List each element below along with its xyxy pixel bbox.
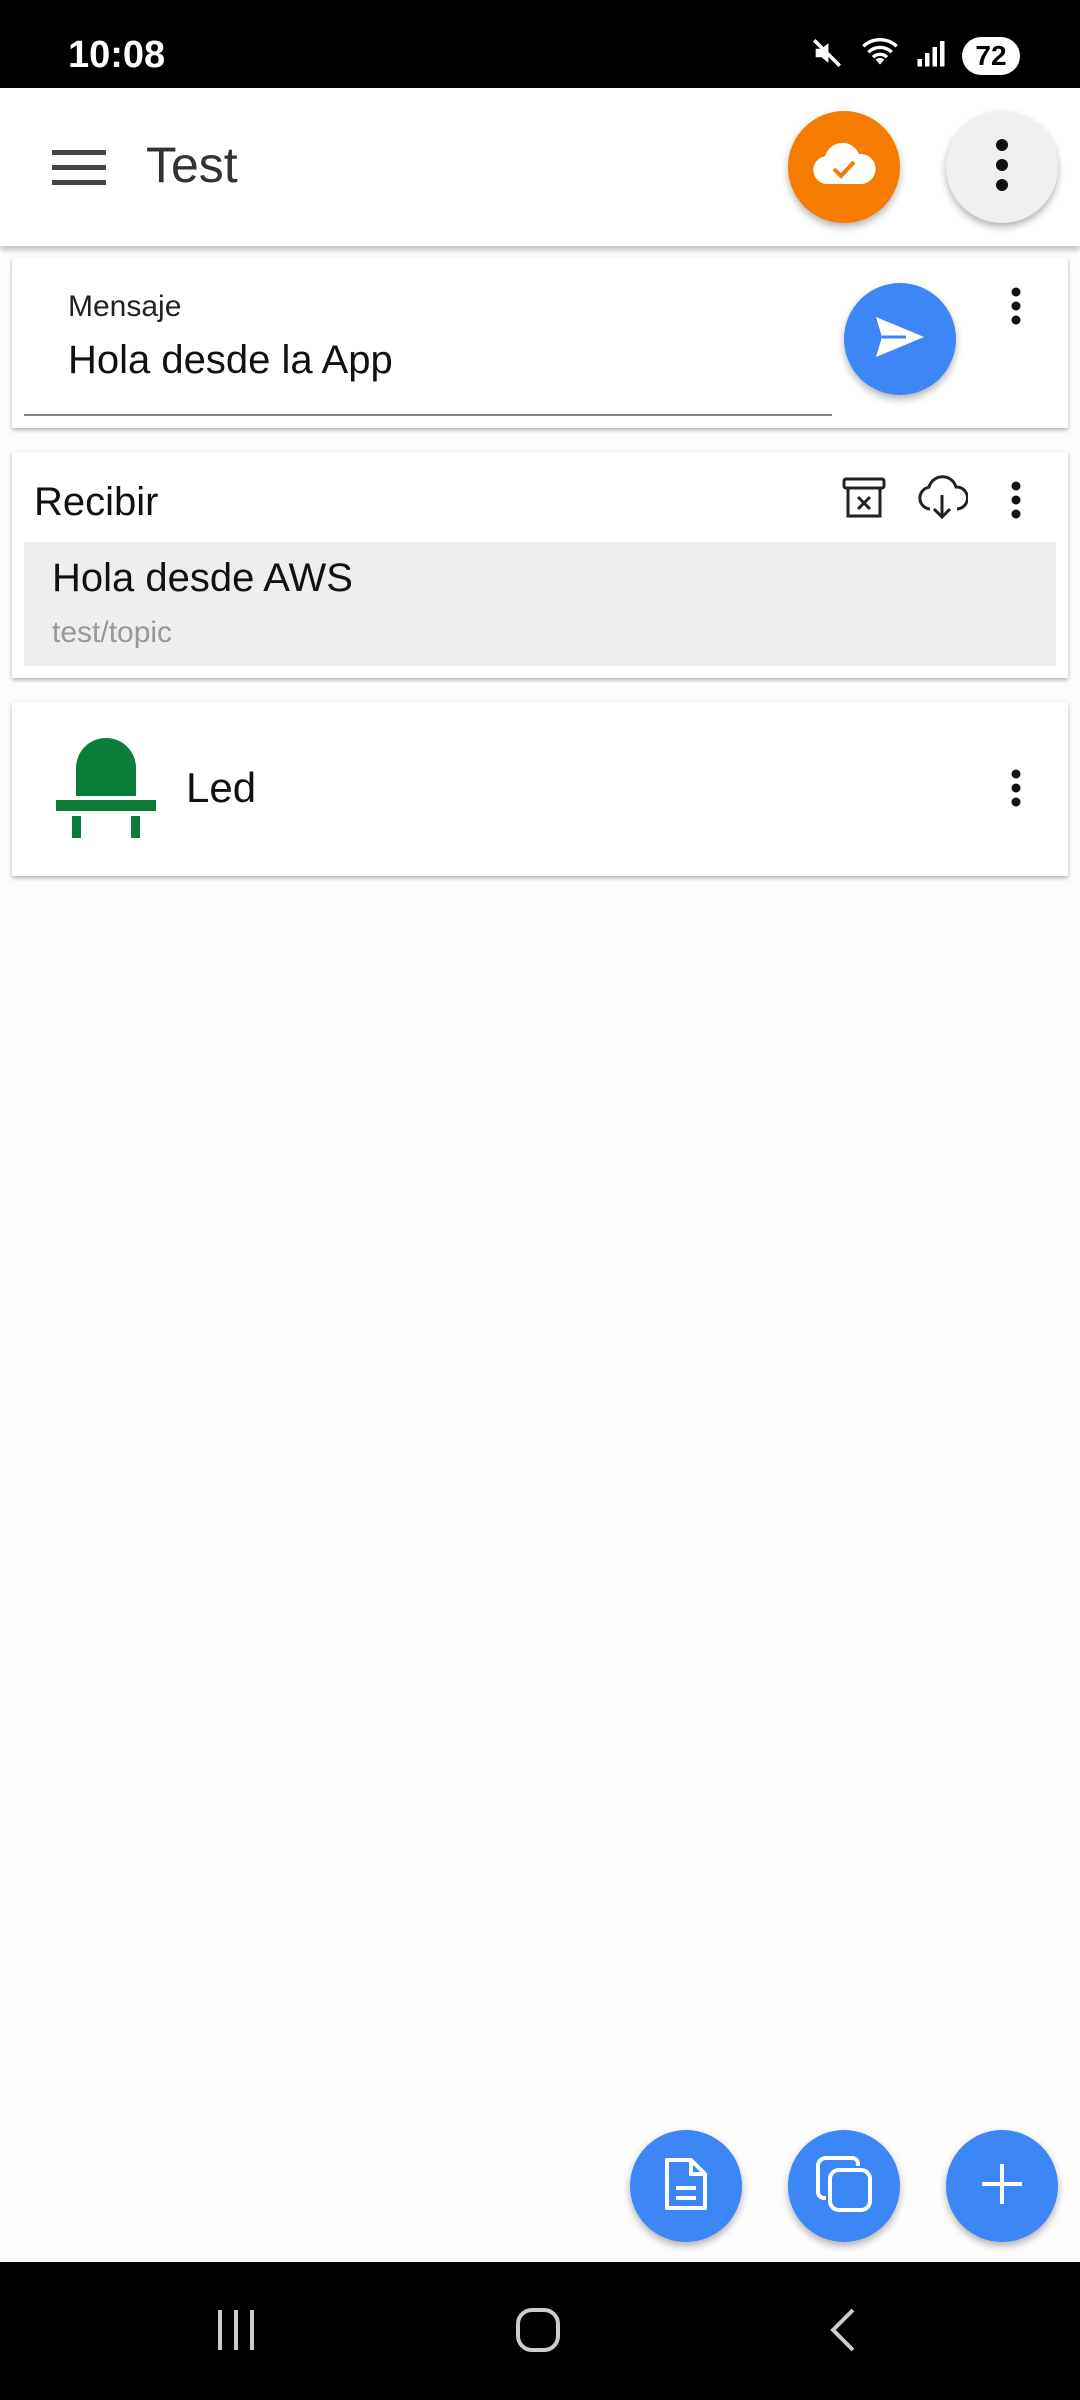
clear-messages-button[interactable] [836,472,892,528]
send-button[interactable] [844,283,956,395]
message-label: Mensaje [68,290,182,323]
received-message-topic: test/topic [52,616,173,649]
more-vert-icon [1010,768,1022,813]
more-vert-icon [1010,480,1022,525]
clear-archive-icon [842,477,886,524]
back-button[interactable] [802,2302,882,2362]
mute-icon [810,36,844,75]
message-input[interactable]: Hola desde la App [68,338,393,383]
send-card: Mensaje Hola desde la App [12,258,1068,428]
duplicate-button[interactable] [788,2130,900,2242]
app-bar: Test [0,88,1080,246]
send-icon [874,315,926,364]
received-message-text: Hola desde AWS [52,556,353,600]
home-icon [514,2306,562,2359]
receive-title: Recibir [34,480,159,524]
receive-card-menu-button[interactable] [996,474,1036,530]
menu-icon[interactable] [52,148,106,188]
subscribe-button[interactable] [914,472,970,528]
home-button[interactable] [498,2302,578,2362]
recents-icon [214,2309,258,2355]
led-card: Led [12,702,1068,876]
status-icons: 72 [810,36,1020,75]
document-icon [663,2156,709,2217]
more-vert-icon [994,137,1010,198]
add-button[interactable] [946,2130,1058,2242]
add-icon [980,2162,1024,2211]
logs-button[interactable] [630,2130,742,2242]
back-icon [827,2306,857,2359]
more-vert-icon [1010,286,1022,331]
navigation-bar [0,2262,1080,2400]
connection-status-button[interactable] [788,111,900,223]
recents-button[interactable] [196,2302,276,2362]
status-time: 10:08 [68,34,166,76]
cloud-download-icon [916,474,969,526]
signal-icon [916,38,946,73]
app-menu-button[interactable] [946,111,1058,223]
send-card-menu-button[interactable] [996,280,1036,336]
battery-icon: 72 [962,36,1020,75]
input-underline [24,414,832,416]
page-title: Test [146,137,238,193]
cloud-check-icon [809,140,879,195]
receive-card: Recibir Hola desde AWS test/topic [12,452,1068,678]
received-message-item[interactable]: Hola desde AWS test/topic [24,542,1056,666]
status-bar: 10:08 72 [0,0,1080,88]
led-card-menu-button[interactable] [996,762,1036,818]
copy-icon [814,2154,874,2219]
wifi-icon [860,36,900,75]
led-label: Led [186,764,257,811]
led-icon[interactable] [56,736,156,840]
